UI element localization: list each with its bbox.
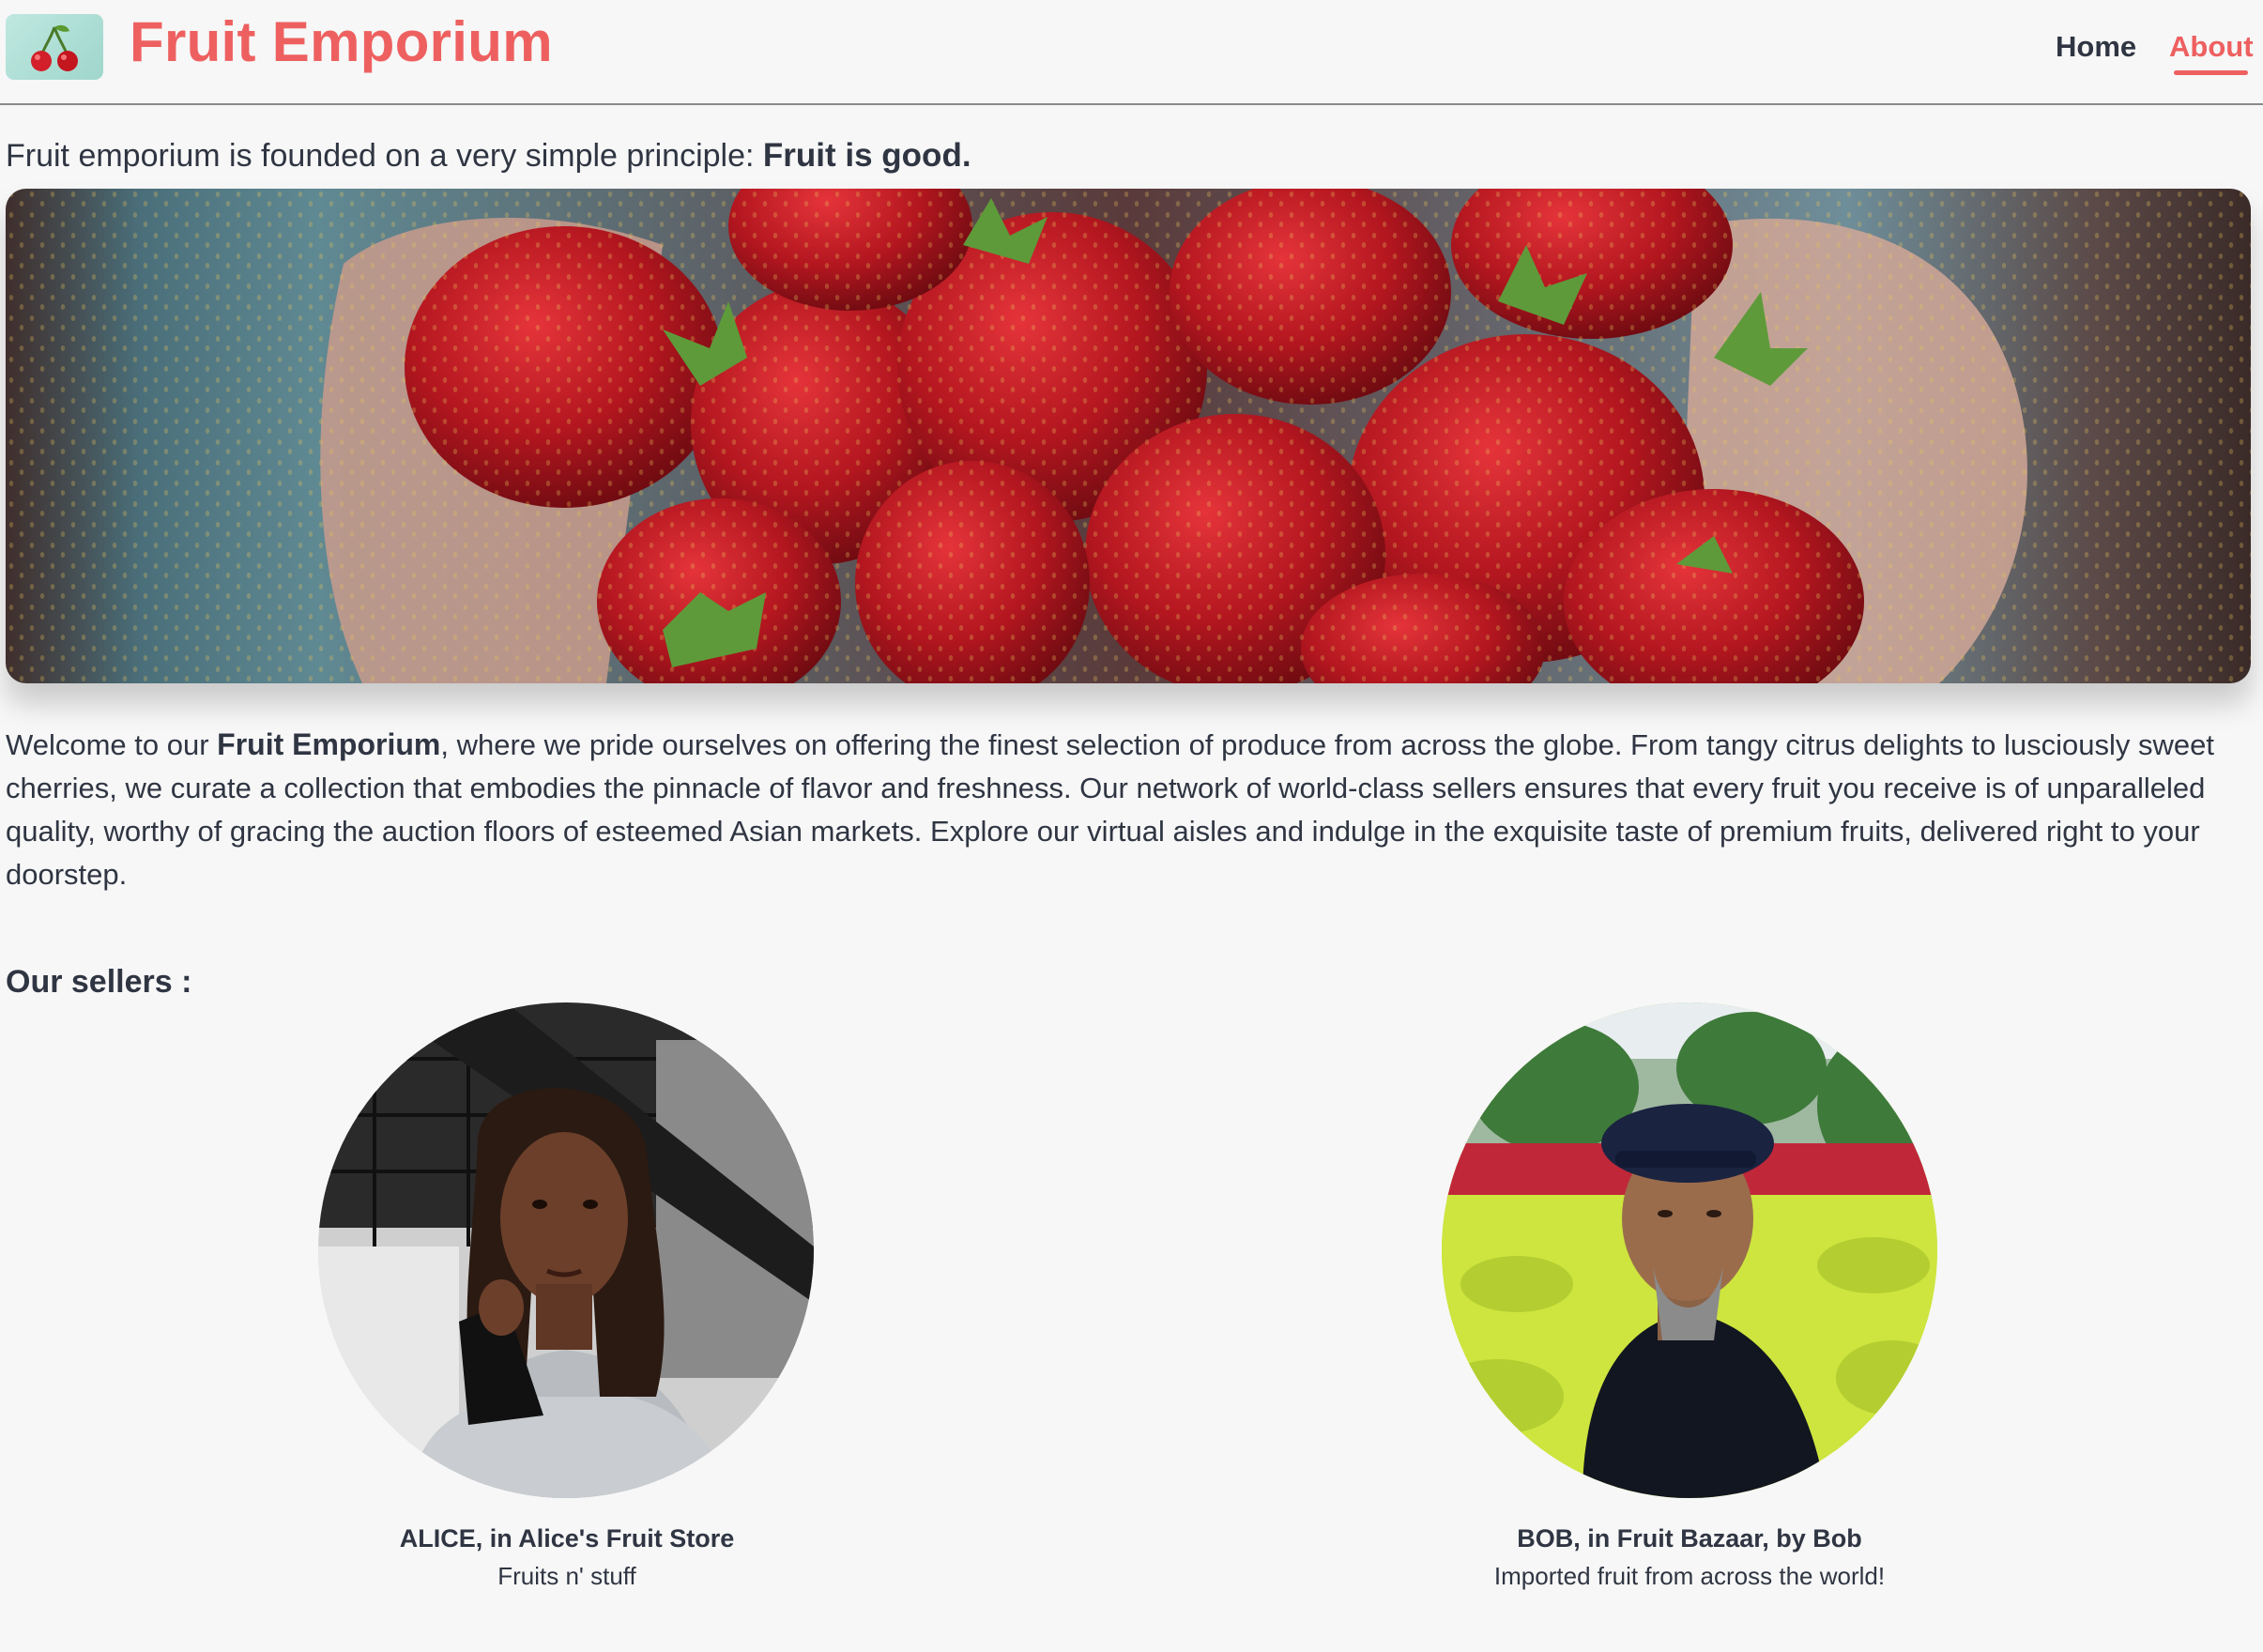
seller-photo-bob — [1442, 1002, 1937, 1498]
seller-desc-bob: Imported fruit from across the world! — [1493, 1562, 1886, 1590]
cherry-icon — [31, 24, 78, 71]
welcome-brand: Fruit Emporium — [217, 727, 441, 761]
intro-emphasis: Fruit is good. — [762, 137, 971, 174]
hero-banner — [6, 189, 2251, 683]
nav-about-link[interactable]: About — [2169, 30, 2254, 64]
seller-photo-alice — [318, 1002, 814, 1498]
active-nav-indicator — [2174, 70, 2248, 75]
strawberries-photo — [6, 189, 2251, 683]
seller-name-bob[interactable]: BOB, in Fruit Bazaar, by Bob — [1361, 1524, 2018, 1553]
seller-name-alice[interactable]: ALICE, in Alice's Fruit Store — [238, 1524, 895, 1553]
seller-desc-alice: Fruits n' stuff — [497, 1562, 636, 1590]
brand-title[interactable]: Fruit Emporium — [130, 9, 553, 74]
seller-avatar-bob[interactable] — [1442, 1002, 1937, 1498]
intro-principle: Fruit emporium is founded on a very simp… — [6, 137, 971, 175]
intro-text: Fruit emporium is founded on a very simp… — [6, 138, 763, 174]
seller-avatar-alice[interactable] — [318, 1002, 814, 1498]
welcome-lead: Welcome to our — [6, 728, 218, 761]
nav-home-link[interactable]: Home — [2056, 30, 2136, 64]
site-header: Fruit Emporium Home About — [0, 0, 2263, 105]
logo[interactable] — [6, 14, 103, 80]
sellers-heading: Our sellers : — [6, 964, 192, 1000]
welcome-paragraph: Welcome to our Fruit Emporium, where we … — [6, 723, 2249, 896]
